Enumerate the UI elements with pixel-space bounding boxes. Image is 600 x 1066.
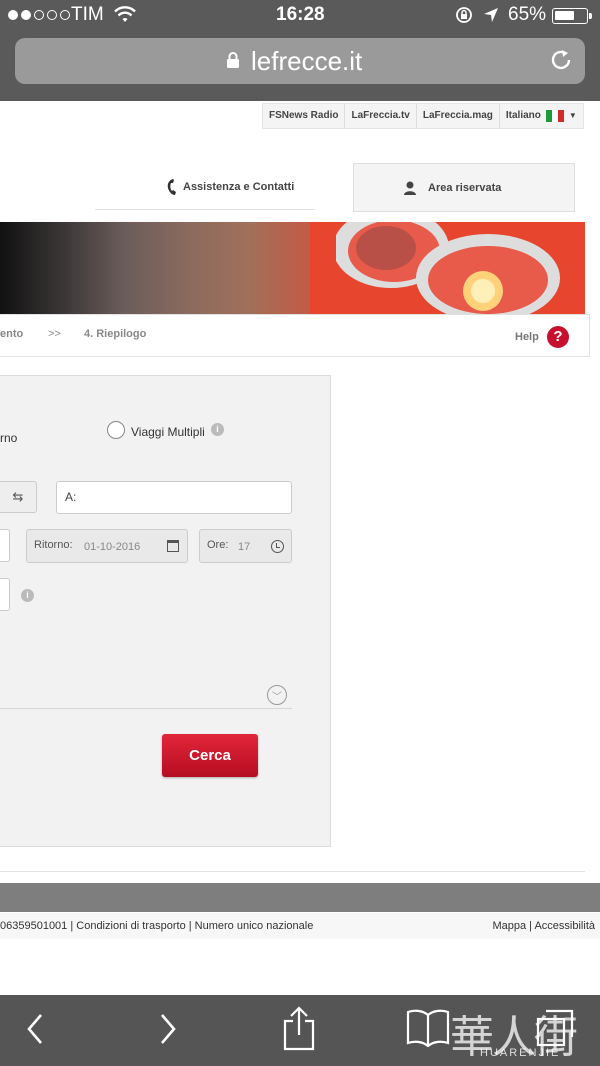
viaggi-multipli-label[interactable]: Viaggi Multipli (131, 425, 205, 439)
return-time-value: 17 (238, 541, 251, 553)
carrier-name: TIM (71, 4, 104, 25)
footer-left-links[interactable]: 06359501001 | Condizioni di trasporto | … (0, 920, 313, 932)
destination-input[interactable]: A: (56, 481, 292, 514)
hero-banner-image (0, 222, 585, 314)
divider (0, 708, 292, 709)
location-arrow-icon (484, 8, 498, 22)
destination-label: A: (65, 490, 77, 504)
wifi-icon (114, 6, 136, 22)
step-previous[interactable]: ento (0, 328, 23, 340)
swap-arrows-icon: ⇆ (12, 489, 24, 504)
battery-icon (552, 8, 592, 24)
step-separator: >> (48, 328, 61, 340)
share-icon[interactable] (282, 1005, 316, 1051)
italian-flag-icon (545, 110, 564, 122)
language-label: Italiano (505, 110, 541, 121)
address-bar[interactable]: lefrecce.it (15, 38, 585, 84)
return-date-value: 01-10-2016 (84, 541, 141, 553)
divider (0, 871, 585, 872)
forward-icon[interactable] (156, 1011, 180, 1047)
clock-time: 16:28 (276, 4, 325, 25)
browser-toolbar: 華人街 HUARENJIE (0, 995, 600, 1066)
caret-down-icon: ▼ (568, 111, 577, 120)
reload-icon[interactable] (549, 48, 573, 72)
assistenza-link[interactable]: Assistenza e Contatti (95, 164, 315, 210)
utility-bar: FSNews Radio LaFreccia.tv LaFreccia.mag … (262, 103, 584, 129)
passengers-input[interactable] (0, 578, 10, 611)
clock-icon[interactable] (271, 540, 284, 553)
booking-steps-breadcrumb: ento >> 4. Riepilogo Help ? (0, 314, 590, 357)
bookmarks-icon[interactable] (406, 1007, 450, 1047)
link-lafreccia-mag[interactable]: LaFreccia.mag (417, 104, 500, 128)
departure-date-input[interactable] (0, 529, 10, 562)
link-lafreccia-tv[interactable]: LaFreccia.tv (345, 104, 417, 128)
assistenza-label: Assistenza e Contatti (183, 180, 295, 193)
browser-top-chrome: TIM 16:28 65% lefrecce.it (0, 0, 600, 101)
footer-links: 06359501001 | Condizioni di trasporto | … (0, 913, 600, 939)
search-panel: rno Viaggi Multipli i ⇆ A: Ritorno: 01-1… (0, 375, 331, 847)
andata-ritorno-label[interactable]: rno (0, 431, 17, 445)
help-icon[interactable]: ? (547, 326, 569, 348)
signal-strength-icon (8, 10, 70, 20)
search-button[interactable]: Cerca (162, 734, 258, 777)
language-selector[interactable]: Italiano ▼ (500, 104, 583, 128)
info-icon[interactable]: i (21, 589, 34, 602)
url-text[interactable]: lefrecce.it (251, 46, 362, 77)
back-icon[interactable] (23, 1011, 47, 1047)
watermark-text: HUARENJIE (480, 1047, 561, 1059)
swap-stations-button[interactable]: ⇆ (0, 481, 37, 513)
calendar-icon[interactable] (167, 540, 179, 552)
step-riepilogo: 4. Riepilogo (84, 328, 147, 340)
help-label[interactable]: Help (515, 331, 539, 343)
viaggi-multipli-radio[interactable] (107, 421, 125, 439)
return-date-label: Ritorno: (34, 539, 73, 551)
rotation-lock-icon (456, 7, 472, 23)
reserved-area-label: Area riservata (428, 181, 502, 194)
info-icon[interactable]: i (211, 423, 224, 436)
footer-bar (0, 883, 600, 912)
secure-lock-icon (227, 52, 239, 68)
battery-percent: 65% (508, 4, 547, 25)
return-time-label: Ore: (207, 539, 229, 551)
phone-icon (167, 178, 176, 195)
return-date-input[interactable]: Ritorno: 01-10-2016 (26, 529, 188, 563)
status-bar: TIM 16:28 65% (0, 0, 600, 32)
link-fsnews-radio[interactable]: FSNews Radio (263, 104, 346, 128)
footer-right-links[interactable]: Mappa | Accessibilità (492, 920, 595, 932)
expand-options-icon[interactable]: ﹀ (267, 685, 287, 705)
return-time-input[interactable]: Ore: 17 (199, 529, 292, 563)
user-icon (404, 181, 416, 195)
reserved-area-button[interactable]: Area riservata (353, 163, 575, 212)
